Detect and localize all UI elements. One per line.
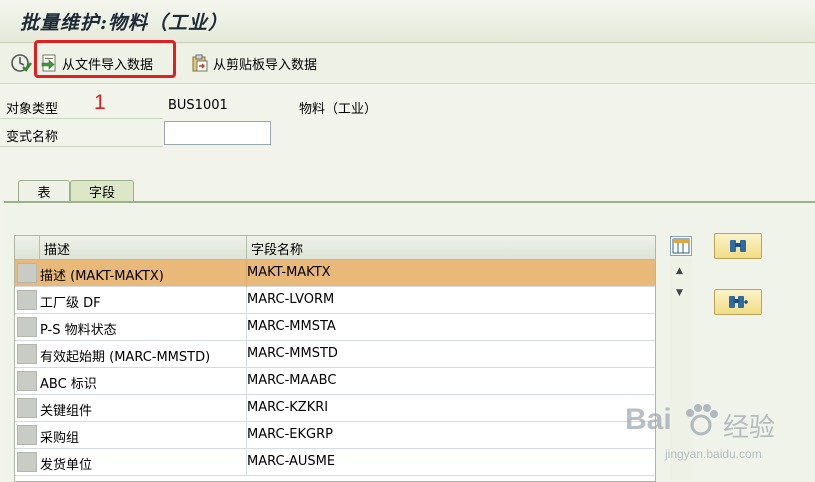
table-row[interactable]: 采购组 MARC-EKGRP [15, 422, 655, 449]
row-description: 有效起始期 (MARC-MMSTD) [40, 350, 211, 365]
row-description: P-S 物料状态 [40, 323, 117, 338]
row-selector[interactable] [17, 452, 37, 472]
tab-table-label: 表 [37, 186, 51, 201]
column-header-description[interactable]: 描述 [44, 239, 70, 258]
table-row[interactable]: 描述 (MAKT-MAKTX) MAKT-MAKTX [15, 260, 655, 287]
binoculars-icon [730, 240, 746, 252]
form-row-divider [0, 146, 163, 147]
clipboard-icon [191, 54, 209, 72]
variant-name-label: 变式名称 [6, 130, 59, 145]
row-field-name: MARC-AUSME [247, 454, 336, 469]
row-description: ABC 标识 [40, 377, 97, 392]
row-selector[interactable] [17, 398, 37, 418]
object-type-description: 物料（工业） [299, 102, 378, 117]
row-description: 工厂级 DF [40, 296, 101, 311]
row-selector[interactable] [17, 317, 37, 337]
form-row-divider [0, 118, 163, 119]
row-description: 采购组 [40, 431, 80, 446]
vertical-scrollbar[interactable]: ▲ ▼ [670, 258, 692, 480]
table-row[interactable]: 工厂级 DF MARC-LVORM [15, 287, 655, 314]
select-all-cell[interactable] [15, 236, 40, 259]
row-description: 发货单位 [40, 458, 93, 473]
table-settings-button[interactable] [670, 236, 692, 256]
row-description: 描述 (MAKT-MAKTX) [40, 269, 164, 284]
annotation-highlight-box [34, 40, 176, 78]
row-selector[interactable] [17, 344, 37, 364]
window-title: 批量维护:物料（工业） [20, 12, 229, 34]
binoculars-next-icon [729, 296, 748, 308]
row-field-name: MARC-MMSTD [247, 346, 338, 361]
fields-table: 描述 字段名称 描述 (MAKT-MAKTX) MAKT-MAKTX 工厂级 D… [14, 235, 656, 482]
execute-icon[interactable] [10, 52, 32, 74]
variant-name-input[interactable] [164, 121, 271, 145]
table-row[interactable]: 关键组件 MARC-KZKRI [15, 395, 655, 422]
column-header-field-name[interactable]: 字段名称 [251, 239, 303, 258]
object-type-label: 对象类型 [6, 102, 59, 117]
tab-table[interactable]: 表 [18, 180, 70, 202]
row-field-name: MAKT-MAKTX [247, 265, 331, 280]
import-from-clipboard-label: 从剪贴板导入数据 [213, 57, 318, 73]
row-field-name: MARC-MMSTA [247, 319, 336, 334]
table-settings-icon [672, 238, 690, 254]
row-selector[interactable] [17, 263, 37, 283]
row-selector[interactable] [17, 290, 37, 310]
annotation-step-number: 1 [94, 91, 106, 114]
table-row[interactable]: ABC 标识 MARC-MAABC [15, 368, 655, 395]
column-divider [246, 236, 247, 259]
find-button[interactable] [714, 233, 762, 259]
import-from-clipboard-button[interactable]: 从剪贴板导入数据 [191, 51, 317, 75]
table-row[interactable]: P-S 物料状态 MARC-MMSTA [15, 314, 655, 341]
row-field-name: MARC-KZKRI [247, 400, 329, 415]
row-field-name: MARC-MAABC [247, 373, 337, 388]
title-bar: 批量维护:物料（工业） [0, 0, 815, 43]
row-selector[interactable] [17, 425, 37, 445]
scroll-down-icon[interactable]: ▼ [676, 288, 683, 298]
tab-fields[interactable]: 字段 [70, 180, 134, 202]
table-header: 描述 字段名称 [15, 236, 655, 260]
tab-fields-label: 字段 [88, 186, 115, 201]
scroll-up-icon[interactable]: ▲ [676, 266, 683, 276]
table-row[interactable]: 发货单位 MARC-AUSME [15, 449, 655, 476]
find-next-button[interactable] [714, 289, 762, 315]
object-type-code: BUS1001 [168, 98, 228, 113]
row-field-name: MARC-LVORM [247, 292, 335, 307]
row-description: 关键组件 [40, 404, 93, 419]
table-row[interactable]: 有效起始期 (MARC-MMSTD) MARC-MMSTD [15, 341, 655, 368]
row-selector[interactable] [17, 371, 37, 391]
row-field-name: MARC-EKGRP [247, 427, 333, 442]
